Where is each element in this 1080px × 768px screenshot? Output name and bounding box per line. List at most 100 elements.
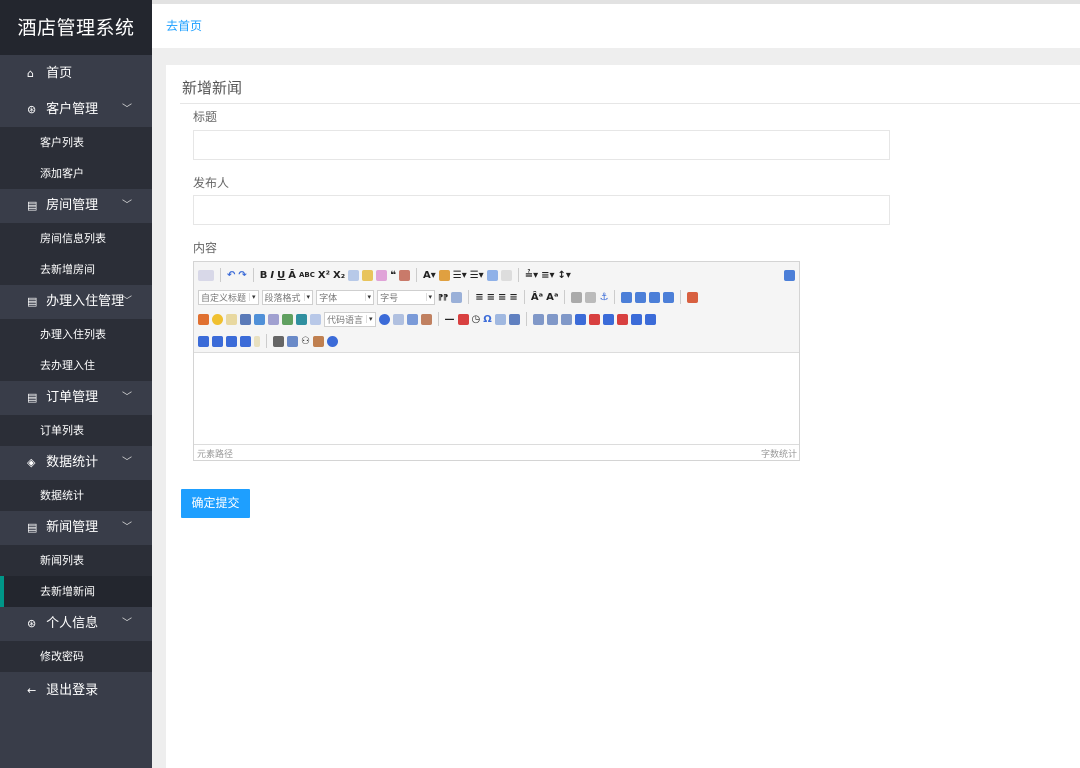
align-justify-icon[interactable]: ≡ (509, 292, 517, 303)
align-right-icon[interactable]: ≡ (498, 292, 506, 303)
merge-right-icon[interactable] (644, 313, 656, 325)
scrawl-icon[interactable] (226, 313, 237, 325)
ordered-list-icon[interactable]: ☰▾ (453, 270, 467, 281)
row-spacing-bottom-icon[interactable]: ≡▾ (541, 270, 554, 281)
html-source-icon[interactable] (198, 269, 214, 281)
split-to-rows-icon[interactable] (226, 335, 237, 347)
font-border-icon[interactable]: Ā (288, 270, 296, 281)
auto-format-icon[interactable] (376, 269, 388, 281)
nav-group-stats[interactable]: ◈ 数据统计 ﹀ (0, 446, 152, 480)
unlink-icon[interactable] (585, 291, 597, 303)
delete-table-icon[interactable] (546, 313, 558, 325)
font-family-select[interactable]: 字体 ▾ (316, 289, 375, 305)
editor-content-area[interactable] (194, 353, 799, 443)
sidebar-item-stats[interactable]: 数据统计 (0, 480, 152, 511)
attachment-icon[interactable] (268, 313, 279, 325)
split-to-cells-icon[interactable] (212, 335, 223, 347)
gmap-icon[interactable] (296, 313, 307, 325)
font-size-select[interactable]: 字号 ▾ (377, 289, 436, 305)
underline-icon[interactable]: U (277, 270, 285, 281)
search-replace-icon[interactable] (508, 313, 520, 325)
sidebar-item-add-room[interactable]: 去新增房间 (0, 254, 152, 285)
paste-text-icon[interactable] (398, 269, 410, 281)
row-spacing-top-icon[interactable]: ≟▾ (525, 270, 538, 281)
sidebar-item-order-list[interactable]: 订单列表 (0, 415, 152, 446)
superscript-icon[interactable]: X² (318, 270, 330, 281)
custom-title-select[interactable]: 自定义标题 ▾ (198, 289, 259, 305)
nav-group-checkin[interactable]: ▤ 办理入住管理 ﹀ (0, 285, 152, 319)
merge-down-icon[interactable] (198, 335, 209, 347)
sidebar-item-add-customer[interactable]: 添加客户 (0, 158, 152, 189)
unordered-list-icon[interactable]: ☰▾ (470, 270, 484, 281)
fullscreen-icon[interactable] (784, 269, 795, 281)
select-all-icon[interactable] (486, 269, 498, 281)
image-left-icon[interactable] (635, 291, 647, 303)
insert-table-icon[interactable] (532, 313, 544, 325)
date-icon[interactable] (457, 313, 469, 325)
image-right-icon[interactable] (649, 291, 661, 303)
sidebar-item-customer-list[interactable]: 客户列表 (0, 127, 152, 158)
help-icon[interactable] (326, 335, 338, 347)
split-to-cols-icon[interactable] (240, 335, 251, 347)
page-break-icon[interactable] (378, 313, 390, 325)
map-icon[interactable] (282, 313, 293, 325)
insert-video-icon[interactable] (240, 313, 251, 325)
nav-group-profile[interactable]: ⊛ 个人信息 ﹀ (0, 607, 152, 641)
background-color-icon[interactable] (438, 269, 450, 281)
clear-doc-icon[interactable] (500, 269, 512, 281)
preview-icon[interactable] (287, 335, 298, 347)
lowercase-icon[interactable]: Aᵃ (546, 292, 558, 303)
snapscreen-icon[interactable] (494, 313, 506, 325)
merge-cells-icon[interactable] (630, 313, 642, 325)
insert-row-icon[interactable] (574, 313, 586, 325)
nav-group-order[interactable]: ▤ 订单管理 ﹀ (0, 381, 152, 415)
nav-group-news[interactable]: ▤ 新闻管理 ﹀ (0, 511, 152, 545)
simple-upload-icon[interactable] (687, 291, 699, 303)
insert-col-icon[interactable] (602, 313, 614, 325)
uppercase-icon[interactable]: Âᵃ (531, 292, 543, 303)
nav-group-customer[interactable]: ⊛ 客户管理 ﹀ (0, 93, 152, 127)
sidebar-item-checkin[interactable]: 去办理入住 (0, 350, 152, 381)
undo-icon[interactable]: ↶ (227, 270, 235, 281)
line-height-icon[interactable]: ↕▾ (558, 270, 571, 281)
sidebar-item-change-password[interactable]: 修改密码 (0, 641, 152, 672)
charts-icon[interactable] (254, 335, 260, 347)
image-center-icon[interactable] (663, 291, 675, 303)
insert-frame-icon[interactable] (310, 313, 321, 325)
music-icon[interactable] (254, 313, 265, 325)
code-language-select[interactable]: 代码语言 ▾ (324, 311, 376, 327)
redo-icon[interactable]: ↷ (238, 270, 246, 281)
template-icon[interactable] (392, 313, 404, 325)
nav-group-room[interactable]: ▤ 房间管理 ﹀ (0, 189, 152, 223)
bold-icon[interactable]: B (260, 270, 268, 281)
submit-button[interactable]: 确定提交 (181, 489, 250, 518)
sidebar-item-room-list[interactable]: 房间信息列表 (0, 223, 152, 254)
italic-icon[interactable]: I (270, 270, 274, 281)
special-chars-icon[interactable]: Ω (483, 314, 492, 325)
strikethrough-icon[interactable]: ABC (299, 271, 315, 279)
insert-paragraph-before-table-icon[interactable] (560, 313, 572, 325)
anchor-icon[interactable]: ⚓ (599, 292, 608, 303)
sidebar-item-checkin-list[interactable]: 办理入住列表 (0, 319, 152, 350)
title-input[interactable] (193, 130, 890, 160)
link-icon[interactable] (571, 291, 583, 303)
delete-row-icon[interactable] (588, 313, 600, 325)
nav-logout[interactable]: ← 退出登录 (0, 672, 152, 710)
indent-icon[interactable] (451, 291, 463, 303)
ltr-icon[interactable]: ⁋⁋ (438, 293, 448, 302)
drafts-icon[interactable] (312, 335, 324, 347)
paragraph-select[interactable]: 段落格式 ▾ (261, 289, 314, 305)
horizontal-rule-icon[interactable]: — (445, 314, 455, 325)
insert-image-icon[interactable] (198, 313, 209, 325)
go-home-link[interactable]: 去首页 (166, 17, 202, 34)
search-replace-binoculars-icon[interactable]: ⚇ (301, 336, 310, 347)
align-center-icon[interactable]: ≡ (487, 292, 495, 303)
emotion-icon[interactable] (212, 313, 223, 325)
nav-home[interactable]: ⌂ 首页 (0, 55, 152, 93)
font-color-icon[interactable]: A▾ (423, 270, 436, 281)
background-icon[interactable] (406, 313, 418, 325)
eraser-icon[interactable] (348, 269, 360, 281)
image-none-icon[interactable] (621, 291, 633, 303)
format-brush-icon[interactable] (362, 269, 374, 281)
time-icon[interactable]: ◷ (472, 314, 481, 325)
